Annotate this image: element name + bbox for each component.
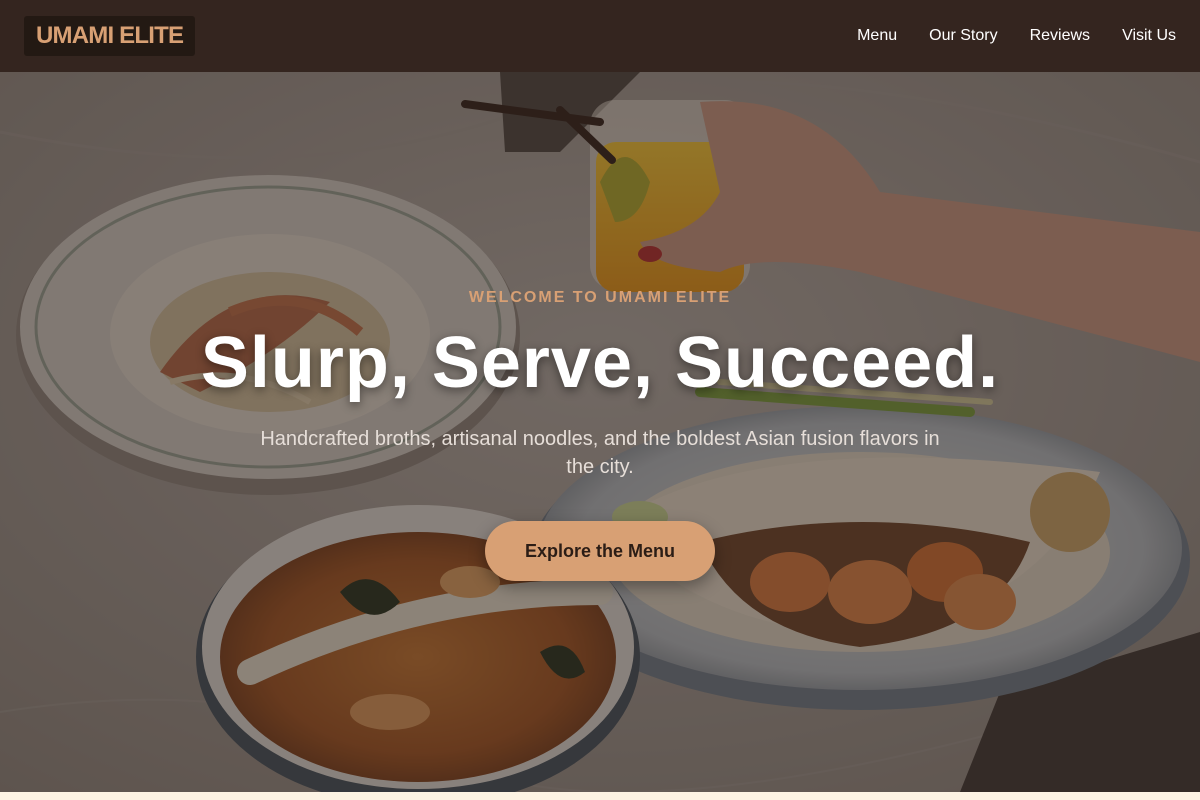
nav-link-visit-us[interactable]: Visit Us — [1122, 27, 1176, 45]
site-header: UMAMI ELITE Menu Our Story Reviews Visit… — [0, 0, 1200, 72]
hero-content: WELCOME TO UMAMI ELITE Slurp, Serve, Suc… — [0, 72, 1200, 792]
hero-section: WELCOME TO UMAMI ELITE Slurp, Serve, Suc… — [0, 72, 1200, 792]
nav-link-reviews[interactable]: Reviews — [1030, 27, 1090, 45]
brand-logo[interactable]: UMAMI ELITE — [24, 16, 196, 56]
main-nav: Menu Our Story Reviews Visit Us — [857, 27, 1176, 45]
nav-link-our-story[interactable]: Our Story — [929, 27, 997, 45]
next-section-edge — [0, 792, 1200, 800]
explore-menu-button[interactable]: Explore the Menu — [485, 521, 715, 581]
hero-headline: Slurp, Serve, Succeed. — [200, 323, 1000, 403]
hero-eyebrow: WELCOME TO UMAMI ELITE — [468, 289, 732, 306]
hero-subheadline: Handcrafted broths, artisanal noodles, a… — [260, 428, 940, 478]
nav-link-menu[interactable]: Menu — [857, 27, 897, 45]
